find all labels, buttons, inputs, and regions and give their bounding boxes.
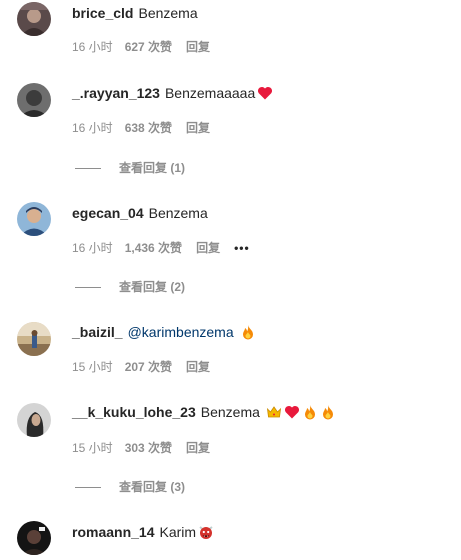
divider-line — [75, 286, 101, 288]
divider-line — [75, 167, 101, 169]
comment-username[interactable]: brice_cld — [72, 3, 133, 23]
comment-username[interactable]: egecan_04 — [72, 203, 144, 223]
reply-button[interactable]: 回复 — [186, 359, 210, 375]
comment-body: brice_cld Benzema — [72, 3, 198, 23]
fire-icon — [320, 404, 336, 420]
comment-text: Karim — [159, 524, 197, 540]
comment-text: Benzema — [138, 5, 198, 21]
view-replies-button[interactable]: 查看回复 (1) — [75, 160, 185, 176]
avatar[interactable] — [17, 2, 51, 36]
more-options-icon[interactable]: ••• — [234, 240, 250, 256]
view-replies-label: 查看回复 (2) — [119, 280, 186, 294]
comment-mention-link[interactable]: @karimbenzema — [128, 322, 234, 342]
reply-button[interactable]: 回复 — [186, 440, 210, 456]
comment-meta: 15 小时 207 次赞 回复 — [72, 359, 210, 375]
crown-icon — [266, 404, 282, 420]
comment-text: Benzemaaaaa — [164, 85, 256, 101]
avatar[interactable] — [17, 322, 51, 356]
comment-time[interactable]: 16 小时 — [72, 39, 113, 55]
reply-button[interactable]: 回复 — [186, 120, 210, 136]
comment-meta: 16 小时 638 次赞 回复 — [72, 120, 210, 136]
comment-text: Benzema — [200, 404, 260, 420]
red-heart-icon — [257, 85, 273, 101]
avatar[interactable] — [17, 403, 51, 437]
comment-username[interactable]: _.rayyan_123 — [72, 83, 160, 103]
comment-time[interactable]: 15 小时 — [72, 359, 113, 375]
divider-line — [75, 486, 101, 488]
avatar[interactable] — [17, 521, 51, 555]
view-replies-button[interactable]: 查看回复 (2) — [75, 279, 185, 295]
view-replies-label: 查看回复 (3) — [119, 480, 186, 494]
comment-body: _.rayyan_123 Benzemaaaaa — [72, 83, 273, 103]
reply-button[interactable]: 回复 — [196, 240, 220, 256]
reply-button[interactable]: 回复 — [186, 39, 210, 55]
comment-username[interactable]: _baizil_ — [72, 322, 123, 342]
avatar[interactable] — [17, 83, 51, 117]
view-replies-label: 查看回复 (1) — [119, 161, 186, 175]
red-heart-icon — [284, 404, 300, 420]
comment-likes[interactable]: 1,436 次赞 — [125, 240, 182, 256]
comment-meta: 15 小时 303 次赞 回复 — [72, 440, 210, 456]
comment-meta: 16 小时 1,436 次赞 回复 ••• — [72, 240, 250, 256]
fire-icon — [302, 404, 318, 420]
comment-body: __k_kuku_lohe_23 Benzema — [72, 402, 336, 422]
comment-time[interactable]: 15 小时 — [72, 440, 113, 456]
comment-body: _baizil_ @karimbenzema — [72, 322, 256, 342]
comment-body: egecan_04 Benzema — [72, 203, 208, 223]
ogre-icon — [198, 524, 214, 540]
comment-meta: 16 小时 627 次赞 回复 — [72, 39, 210, 55]
avatar[interactable] — [17, 202, 51, 236]
comment-username[interactable]: __k_kuku_lohe_23 — [72, 402, 196, 422]
comment-likes[interactable]: 638 次赞 — [125, 120, 172, 136]
comment-text: Benzema — [148, 205, 208, 221]
comment-username[interactable]: romaann_14 — [72, 522, 154, 542]
comment-time[interactable]: 16 小时 — [72, 120, 113, 136]
comment-time[interactable]: 16 小时 — [72, 240, 113, 256]
comment-likes[interactable]: 207 次赞 — [125, 359, 172, 375]
view-replies-button[interactable]: 查看回复 (3) — [75, 479, 185, 495]
comment-likes[interactable]: 303 次赞 — [125, 440, 172, 456]
fire-icon — [240, 324, 256, 340]
comment-body: romaann_14 Karim — [72, 522, 214, 542]
comment-likes[interactable]: 627 次赞 — [125, 39, 172, 55]
